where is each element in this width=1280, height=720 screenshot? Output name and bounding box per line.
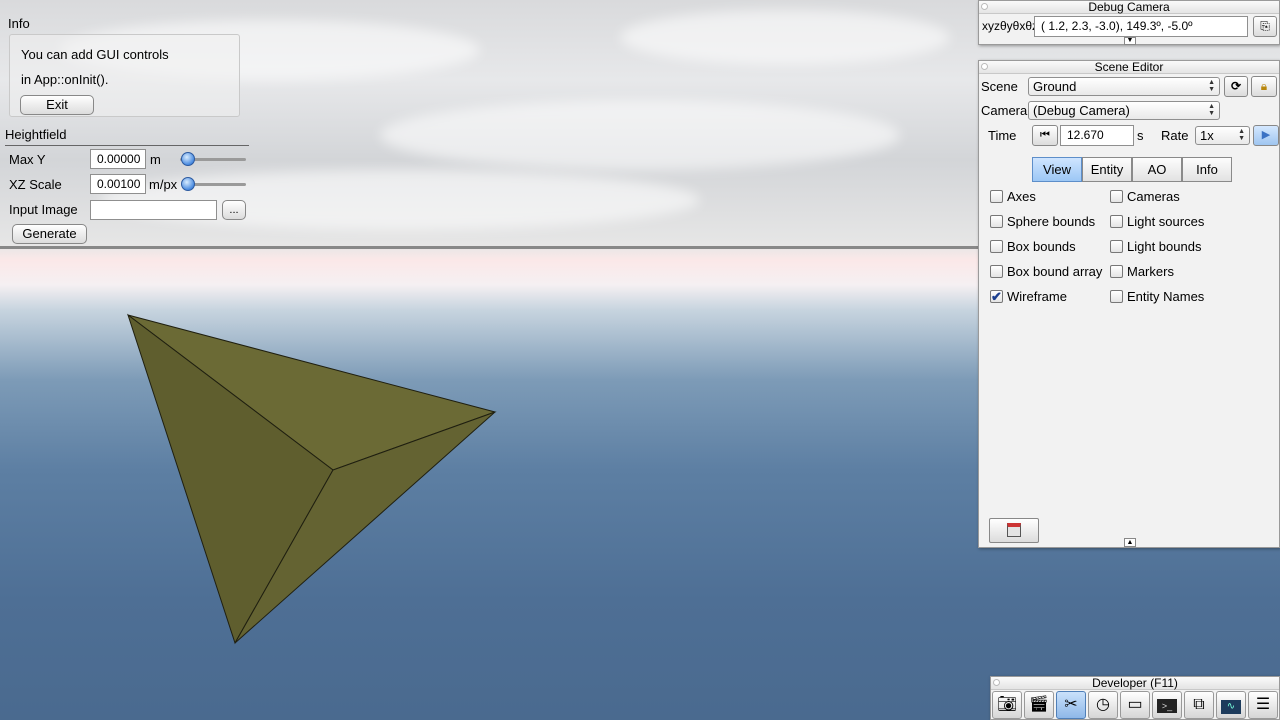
time-label: Time (988, 128, 1017, 143)
save-scene-button[interactable] (989, 518, 1039, 543)
input-image-label: Input Image (9, 202, 78, 217)
markers-label: Markers (1127, 264, 1174, 279)
cameras-label: Cameras (1127, 189, 1180, 204)
expand-down-button[interactable]: ▼ (1124, 37, 1136, 45)
xz-scale-slider-handle[interactable] (181, 177, 195, 191)
window-new-icon[interactable]: ▭ (1120, 691, 1150, 719)
debug-camera-titlebar[interactable]: Debug Camera (979, 1, 1279, 14)
generate-button[interactable]: Generate (12, 224, 87, 244)
info-title: Info (8, 16, 30, 31)
window-pin-icon[interactable] (993, 679, 1000, 686)
light-sources-checkbox[interactable] (1110, 215, 1123, 228)
max-y-slider-handle[interactable] (181, 152, 195, 166)
scene-editor-title: Scene Editor (1094, 60, 1164, 74)
axes-checkbox[interactable] (990, 190, 1003, 203)
tab-ao[interactable]: AO (1132, 157, 1182, 182)
scene-dropdown-value: Ground (1033, 79, 1077, 94)
light-bounds-label: Light bounds (1127, 239, 1202, 254)
time-field[interactable]: 12.670 (1060, 125, 1134, 146)
info-box: You can add GUI controls in App::onInit(… (9, 34, 240, 117)
lock-scene-button[interactable]: 🔒︎ (1251, 76, 1277, 97)
scene-editor-titlebar[interactable]: Scene Editor (979, 61, 1279, 74)
terminal-icon[interactable]: >_ (1152, 691, 1182, 719)
rate-label: Rate (1161, 128, 1189, 143)
dropdown-arrows-icon: ▲ ▼ (1208, 103, 1215, 117)
developer-window: Developer (F11) 📷︎ 🎬︎ ✂ ◷ ▭ >_ ⧉ ∿ ☰ (990, 676, 1280, 720)
save-icon (1007, 523, 1021, 537)
box-bound-array-label: Box bound array (1007, 264, 1103, 279)
developer-titlebar[interactable]: Developer (F11) (991, 677, 1279, 690)
reload-scene-button[interactable]: ⟳ (1224, 76, 1248, 97)
play-icon: ▶ (1261, 129, 1271, 141)
developer-title: Developer (F11) (1092, 676, 1178, 690)
dropdown-arrows-icon: ▲ ▼ (1238, 128, 1245, 142)
max-y-label: Max Y (9, 152, 46, 167)
debug-camera-window: Debug Camera xyzθyθxθz ( 1.2, 2.3, -3.0)… (978, 0, 1280, 45)
tools-icon[interactable]: ✂ (1056, 691, 1086, 719)
link-icon: ⎘ (1260, 19, 1270, 33)
sphere-bounds-label: Sphere bounds (1007, 214, 1096, 229)
time-unit: s (1137, 128, 1144, 143)
sphere-bounds-checkbox[interactable] (990, 215, 1003, 228)
camera-icon[interactable]: 📷︎ (992, 691, 1022, 719)
lock-icon: 🔒︎ (1260, 79, 1268, 93)
box-bound-array-checkbox[interactable] (990, 265, 1003, 278)
camera-link-button[interactable]: ⎘ (1253, 16, 1277, 37)
window-pin-icon[interactable] (981, 63, 988, 70)
entity-names-checkbox[interactable] (1110, 290, 1123, 303)
scene-dropdown[interactable]: Ground ▲ ▼ (1028, 77, 1220, 96)
info-line-2: in App::onInit(). (21, 72, 109, 87)
collapse-up-button[interactable]: ▲ (1124, 538, 1136, 547)
heightfield-divider (5, 145, 249, 146)
tab-entity[interactable]: Entity (1082, 157, 1132, 182)
axes-label: Axes (1007, 189, 1036, 204)
debug-camera-title: Debug Camera (1088, 0, 1170, 14)
xz-scale-label: XZ Scale (9, 177, 62, 192)
max-y-unit: m (150, 152, 161, 167)
rewind-icon: ⏮ (1040, 129, 1050, 141)
xz-scale-field[interactable]: 0.00100 (90, 174, 146, 194)
dropdown-arrows-icon: ▲ ▼ (1208, 79, 1215, 93)
heightfield-title: Heightfield (5, 127, 67, 142)
markers-checkbox[interactable] (1110, 265, 1123, 278)
cameras-checkbox[interactable] (1110, 190, 1123, 203)
chevron-up-icon: ▲ (1126, 539, 1134, 546)
wireframe-checkbox[interactable]: ✔ (990, 290, 1003, 303)
camera-coord-label: xyzθyθxθz (982, 19, 1039, 33)
tab-view[interactable]: View (1032, 157, 1082, 182)
tab-info[interactable]: Info (1182, 157, 1232, 182)
chevron-down-icon: ▼ (1126, 37, 1134, 44)
clock-icon[interactable]: ◷ (1088, 691, 1118, 719)
rate-dropdown-value: 1x (1200, 128, 1214, 143)
camera-label: Camera (981, 103, 1028, 118)
input-image-field[interactable] (90, 200, 217, 220)
light-bounds-checkbox[interactable] (1110, 240, 1123, 253)
camera-coord-field[interactable]: ( 1.2, 2.3, -3.0), 149.3º, -5.0º (1034, 16, 1248, 37)
rate-dropdown[interactable]: 1x ▲ ▼ (1195, 126, 1250, 145)
light-sources-label: Light sources (1127, 214, 1205, 229)
max-y-field[interactable]: 0.00000 (90, 149, 146, 169)
scene-windows-icon[interactable]: ⧉ (1184, 691, 1214, 719)
box-bounds-checkbox[interactable] (990, 240, 1003, 253)
profiler-icon[interactable]: ∿ (1216, 691, 1246, 719)
rewind-button[interactable]: ⏮ (1032, 125, 1058, 146)
camera-dropdown[interactable]: (Debug Camera) ▲ ▼ (1028, 101, 1220, 120)
wireframe-label: Wireframe (1007, 289, 1067, 304)
scene-editor-window: Scene Editor Scene Ground ▲ ▼ ⟳ 🔒︎ Camera… (978, 60, 1280, 548)
checkmark-icon: ✔ (991, 289, 1002, 304)
box-bounds-label: Box bounds (1007, 239, 1076, 254)
camera-dropdown-value: (Debug Camera) (1033, 103, 1130, 118)
reload-icon: ⟳ (1230, 79, 1242, 93)
clapperboard-icon[interactable]: 🎬︎ (1024, 691, 1054, 719)
log-icon[interactable]: ☰ (1248, 691, 1278, 719)
scene-label: Scene (981, 79, 1018, 94)
xz-scale-unit: m/px (149, 177, 178, 192)
play-button[interactable]: ▶ (1253, 125, 1279, 146)
browse-button[interactable]: ... (222, 200, 246, 220)
window-pin-icon[interactable] (981, 3, 988, 10)
entity-names-label: Entity Names (1127, 289, 1205, 304)
exit-button[interactable]: Exit (20, 95, 94, 115)
info-line-1: You can add GUI controls (21, 47, 169, 62)
